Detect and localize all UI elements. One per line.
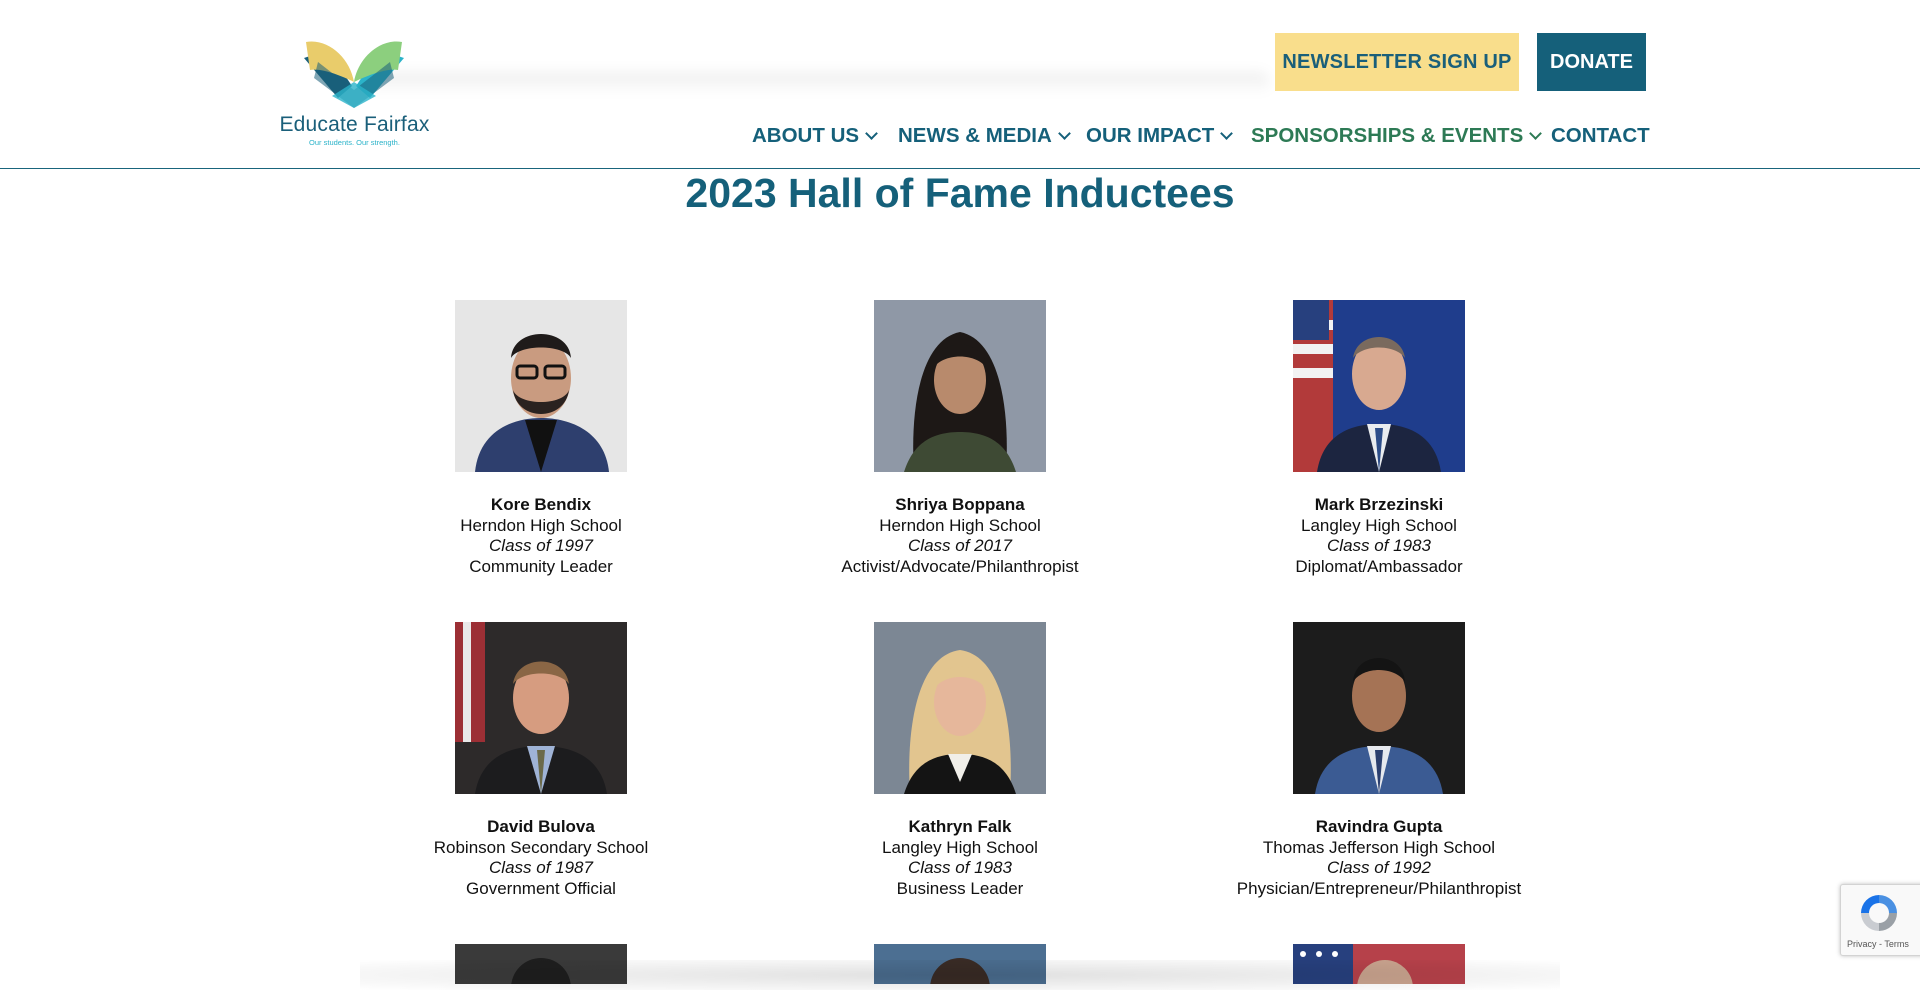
site-header: Educate Fairfax Our students. Our streng…: [0, 0, 1920, 169]
chevron-down-icon: [1529, 127, 1543, 140]
nav-item-label: OUR IMPACT: [1086, 124, 1215, 147]
logo-link[interactable]: Educate Fairfax Our students. Our streng…: [272, 38, 442, 148]
inductee-role: Government Official: [466, 878, 616, 898]
inductee-school: Herndon High School: [879, 515, 1041, 535]
inductee-class: Class of 1983: [1327, 536, 1431, 556]
inductee-photo: [1293, 622, 1465, 794]
newsletter-signup-button[interactable]: NEWSLETTER SIGN UP: [1275, 33, 1519, 91]
inductee-photo: [455, 300, 627, 472]
inductee-card: Kore Bendix Herndon High School Class of…: [361, 300, 721, 577]
inductee-class: Class of 1997: [489, 536, 593, 556]
inductee-name: Shriya Boppana: [895, 495, 1025, 514]
inductee-class: Class of 1992: [1327, 858, 1431, 878]
inductee-class: Class of 1983: [908, 858, 1012, 878]
inductee-name: Kore Bendix: [490, 495, 592, 514]
donate-button[interactable]: DONATE: [1537, 33, 1646, 91]
inductee-photo: [874, 622, 1046, 794]
nav-item-label: NEWS & MEDIA: [898, 124, 1052, 147]
recaptcha-badge[interactable]: Privacy - Terms: [1840, 884, 1920, 956]
inductee-name: Mark Brzezinski: [1314, 495, 1444, 514]
inductee-name: Ravindra Gupta: [1315, 817, 1443, 836]
inductee-role: Diplomat/Ambassador: [1295, 556, 1463, 576]
logo-name: Educate Fairfax: [279, 113, 430, 136]
header-overlay-shadow: [370, 72, 1270, 94]
inductee-card: Kathryn Falk Langley High School Class o…: [780, 622, 1140, 899]
inductee-card: Shriya Boppana Herndon High School Class…: [780, 300, 1140, 577]
inductee-role: Community Leader: [469, 556, 613, 576]
nav-item-label: CONTACT: [1551, 124, 1650, 147]
logo-book-icon: [304, 41, 404, 108]
inductee-role: Business Leader: [896, 878, 1024, 898]
logo-tagline: Our students. Our strength.: [309, 138, 400, 147]
inductee-role: Physician/Entrepreneur/Philanthropist: [1236, 878, 1522, 898]
nav-item-label: ABOUT US: [752, 124, 860, 147]
chevron-down-icon: [865, 127, 878, 140]
inductee-role: Activist/Advocate/Philanthropist: [841, 556, 1079, 576]
nav-item-contact[interactable]: CONTACT: [1551, 124, 1650, 148]
inductee-school: Robinson Secondary School: [433, 837, 649, 857]
chevron-down-icon: [1057, 127, 1071, 140]
chevron-down-icon: [1220, 127, 1234, 140]
bottom-overlay-shadow: [360, 960, 1560, 990]
inductee-photo: [874, 300, 1046, 472]
inductee-name: Kathryn Falk: [908, 817, 1012, 836]
inductee-school: Thomas Jefferson High School: [1262, 837, 1496, 857]
nav-item-about-us[interactable]: ABOUT US: [752, 124, 878, 148]
page-title: 2023 Hall of Fame Inductees: [685, 170, 1235, 216]
nav-item-label: SPONSORSHIPS & EVENTS: [1251, 124, 1524, 147]
inductee-card: David Bulova Robinson Secondary School C…: [361, 622, 721, 899]
nav-item-sponsorships-events[interactable]: SPONSORSHIPS & EVENTS: [1251, 124, 1543, 148]
inductee-class: Class of 1987: [489, 858, 593, 878]
recaptcha-terms[interactable]: Privacy - Terms: [1847, 939, 1909, 949]
inductee-class: Class of 2017: [908, 536, 1012, 556]
recaptcha-icon: [1861, 895, 1897, 931]
nav-item-our-impact[interactable]: OUR IMPACT: [1086, 124, 1234, 148]
inductee-school: Langley High School: [1301, 515, 1457, 535]
inductee-card: Ravindra Gupta Thomas Jefferson High Sch…: [1199, 622, 1559, 899]
inductee-card: Mark Brzezinski Langley High School Clas…: [1199, 300, 1559, 577]
inductee-name: David Bulova: [487, 817, 595, 836]
inductee-school: Herndon High School: [460, 515, 622, 535]
nav-item-news-media[interactable]: NEWS & MEDIA: [898, 124, 1071, 148]
inductee-photo: [1293, 300, 1465, 472]
inductee-photo: [455, 622, 627, 794]
inductee-school: Langley High School: [882, 837, 1038, 857]
